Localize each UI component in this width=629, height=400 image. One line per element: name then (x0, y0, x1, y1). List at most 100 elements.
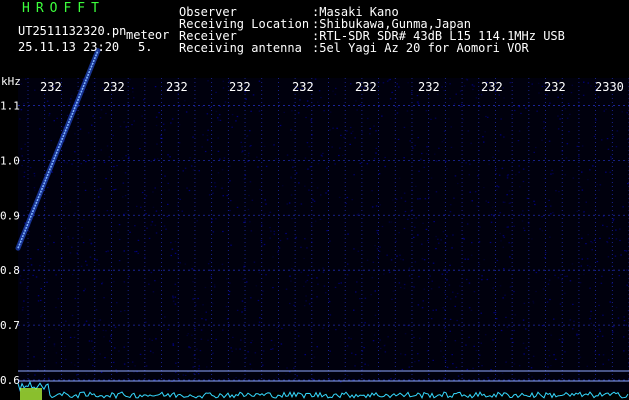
noise-speck (262, 350, 265, 352)
noise-speck (121, 157, 124, 159)
noise-speck (96, 189, 99, 191)
noise-speck (150, 271, 153, 274)
noise-speck (571, 84, 574, 86)
noise-speck (353, 174, 355, 176)
noise-speck (129, 78, 131, 81)
noise-speck (134, 225, 136, 227)
noise-speck (305, 295, 307, 297)
noise-speck (326, 230, 328, 232)
noise-speck (409, 140, 411, 142)
y-tick-label: 0.9 (0, 209, 20, 222)
noise-speck (332, 90, 334, 92)
noise-speck (398, 177, 401, 179)
noise-speck (389, 98, 392, 100)
noise-speck (598, 189, 600, 191)
noise-speck (153, 158, 156, 160)
noise-speck (442, 231, 445, 233)
noise-speck (590, 85, 592, 87)
noise-speck (172, 297, 174, 299)
noise-speck (623, 320, 626, 322)
noise-speck (615, 229, 617, 231)
noise-speck (171, 248, 174, 250)
noise-speck (148, 237, 151, 239)
noise-speck (297, 335, 300, 337)
noise-speck (219, 158, 221, 160)
noise-speck (417, 137, 419, 139)
noise-speck (445, 83, 447, 85)
noise-speck (543, 177, 546, 180)
noise-speck (591, 249, 593, 251)
noise-speck (543, 121, 545, 123)
noise-speck (33, 175, 36, 177)
noise-speck (316, 346, 318, 348)
noise-speck (506, 177, 509, 179)
noise-speck (476, 205, 479, 207)
noise-speck (221, 169, 224, 171)
noise-speck (435, 248, 437, 250)
noise-speck (55, 352, 58, 354)
noise-speck (425, 153, 428, 155)
noise-speck (155, 232, 158, 234)
noise-speck (465, 162, 467, 164)
hrofft-window: 1.1 1.0 0.9 0.8 0.7 0.6 232 232 232 232 232 232 232 2… (0, 0, 629, 400)
noise-speck (219, 119, 222, 121)
noise-speck (152, 352, 154, 354)
noise-speck (625, 324, 627, 326)
noise-speck (307, 274, 309, 276)
noise-speck (309, 166, 312, 168)
noise-speck (279, 239, 282, 242)
noise-speck (375, 147, 378, 149)
noise-speck (213, 284, 216, 286)
noise-speck (34, 189, 36, 191)
noise-speck (457, 182, 459, 185)
noise-speck (116, 302, 118, 304)
noise-speck (300, 271, 303, 273)
noise-speck (503, 268, 505, 270)
noise-speck (300, 246, 302, 248)
noise-speck (550, 213, 552, 215)
noise-speck (548, 279, 551, 281)
noise-speck (605, 171, 607, 173)
noise-speck (472, 367, 474, 369)
noise-speck (549, 298, 551, 301)
noise-speck (391, 91, 393, 93)
noise-speck (272, 256, 274, 258)
noise-speck (417, 101, 419, 103)
noise-speck (170, 242, 172, 244)
noise-speck (435, 160, 438, 162)
noise-speck (107, 250, 109, 252)
noise-speck (548, 199, 550, 201)
noise-speck (206, 139, 209, 141)
noise-speck (451, 247, 453, 249)
noise-speck (286, 154, 289, 156)
noise-speck (154, 224, 157, 226)
noise-speck (463, 238, 465, 240)
noise-speck (28, 272, 30, 274)
noise-speck (133, 371, 135, 373)
noise-speck (513, 225, 515, 227)
noise-speck (424, 198, 427, 200)
noise-speck (119, 125, 122, 128)
noise-speck (23, 171, 26, 173)
noise-speck (432, 309, 434, 311)
noise-speck (85, 161, 87, 163)
noise-speck (468, 174, 470, 176)
noise-speck (496, 375, 498, 377)
noise-speck (117, 231, 119, 233)
noise-speck (506, 226, 508, 228)
noise-speck (421, 152, 423, 155)
noise-speck (607, 256, 610, 258)
noise-speck (84, 189, 87, 191)
noise-speck (174, 252, 177, 254)
noise-speck (22, 306, 24, 309)
noise-speck (178, 124, 181, 126)
noise-speck (441, 141, 444, 143)
noise-speck (304, 354, 306, 356)
noise-speck (236, 115, 239, 118)
noise-speck (479, 105, 481, 108)
noise-speck (145, 195, 148, 197)
noise-speck (364, 322, 366, 324)
noise-speck (241, 311, 243, 313)
noise-speck (61, 119, 63, 121)
noise-speck (256, 107, 258, 109)
